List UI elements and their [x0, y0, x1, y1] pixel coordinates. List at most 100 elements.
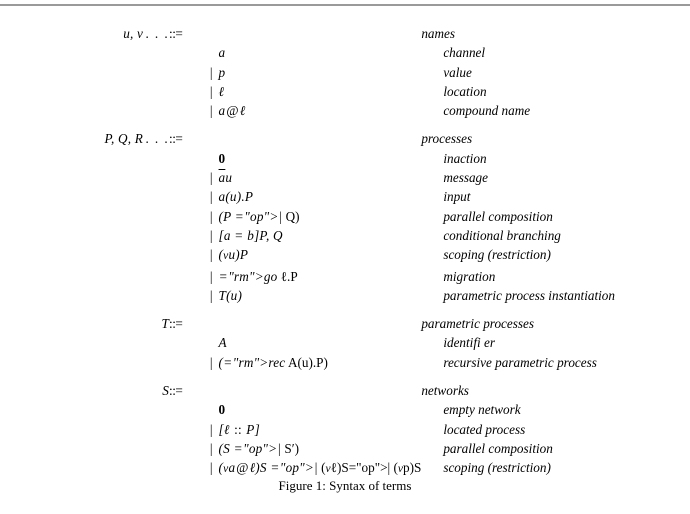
nonterminal-symbol	[75, 353, 169, 372]
define-symbol: ::=	[169, 26, 183, 41]
grammar-alt-row: | [ℓ :: P] located process	[75, 420, 615, 439]
define-spacer	[169, 333, 204, 352]
alternative-bar	[204, 333, 219, 352]
nonterminal-spacer	[75, 400, 169, 419]
nonterminal-symbol	[75, 245, 169, 266]
production-gloss: compound name	[443, 103, 531, 119]
nonterminal-spacer	[75, 333, 169, 352]
nonterminal-symbol	[75, 207, 169, 226]
nonterminal-symbol	[75, 82, 169, 101]
alternative-bar: |	[209, 227, 213, 243]
alternative-bar: |	[209, 354, 213, 370]
production-syntax: 0	[218, 402, 226, 418]
define-spacer	[169, 400, 204, 419]
figure-caption: Figure 1: Syntax of terms	[278, 478, 412, 493]
nonterminal-symbol	[75, 286, 169, 305]
production-syntax: a	[218, 45, 226, 61]
nonterminal-symbol	[75, 458, 169, 479]
nonterminal-symbol	[75, 420, 169, 439]
grammar-alt-row: | a(u).P input	[75, 187, 615, 206]
define-symbol	[169, 101, 204, 120]
alternative-bar	[204, 24, 219, 43]
production-gloss: names	[421, 26, 456, 41]
production-syntax	[219, 129, 422, 148]
nonterminal-symbol	[75, 63, 169, 82]
define-symbol	[169, 63, 204, 82]
grammar-alt-row: | (S ="op">| S′) parallel composition	[75, 439, 615, 458]
define-symbol: ::=	[169, 131, 183, 147]
grammar-alt-row: | a@ℓ compound name	[75, 101, 615, 120]
grammar-alt-row: Aidentifi er	[75, 333, 615, 352]
define-symbol	[169, 353, 204, 372]
define-symbol	[169, 245, 204, 266]
grammar-alt-row: | (νa@ℓ)S ="op">| (νℓ)S="op">| (νp)S scopi…	[75, 458, 615, 479]
grammar-group-spacer	[75, 372, 615, 381]
production-syntax: ℓ	[218, 83, 225, 99]
production-syntax: (="rm">rec A(u).P)	[218, 354, 328, 370]
alternative-bar: |	[209, 64, 213, 80]
grammar-alt-row: | [a = b]P, Q conditional branching	[75, 226, 615, 245]
production-gloss: identifi er	[443, 335, 495, 351]
define-symbol: ::=	[169, 316, 183, 332]
nonterminal-symbol: S	[162, 383, 170, 399]
production-syntax: (νu)P	[218, 247, 249, 263]
alternative-bar: |	[209, 421, 213, 437]
grammar-alt-row: | p value	[75, 63, 615, 82]
production-syntax: a(u).P	[218, 189, 254, 205]
grammar-alt-row: | (="rm">rec A(u).P) recursive parametric …	[75, 353, 615, 372]
production-syntax: (S ="op">| S′)	[218, 440, 299, 456]
grammar-head-row: T::= parametric processes	[75, 314, 615, 333]
nonterminal-symbol: P, Q, R . . .	[104, 131, 170, 147]
production-gloss: located process	[443, 421, 526, 437]
define-symbol	[169, 458, 204, 479]
define-symbol	[169, 207, 204, 226]
alternative-bar	[204, 43, 219, 62]
define-symbol	[169, 187, 204, 206]
alternative-bar	[204, 314, 219, 333]
grammar-alt-row: 0 inaction	[75, 149, 615, 168]
alternative-bar: |	[209, 268, 213, 284]
grammar-head-row: P, Q, R . . .::= processes	[75, 129, 615, 148]
alternative-bar: |	[209, 83, 213, 99]
alternative-bar: |	[209, 189, 213, 205]
production-syntax: [ℓ :: P]	[218, 421, 260, 437]
nonterminal-symbol	[75, 439, 169, 458]
production-gloss: inaction	[443, 150, 487, 166]
grammar-alt-row: | T(u) parametric process instantiation	[75, 286, 615, 305]
production-gloss: conditional branching	[443, 227, 561, 243]
grammar-figure: u, v . . .::= names a channel | p value | ℓ locat…	[0, 24, 690, 480]
production-syntax: p	[218, 64, 226, 80]
production-gloss: location	[443, 83, 487, 99]
alternative-bar: |	[209, 208, 213, 224]
define-symbol	[169, 286, 204, 305]
production-syntax	[219, 24, 422, 43]
alternative-bar	[204, 129, 219, 148]
nonterminal-symbol	[75, 226, 169, 245]
production-syntax: T(u)	[218, 287, 243, 303]
define-symbol	[169, 226, 204, 245]
define-symbol	[169, 168, 204, 187]
production-syntax	[219, 381, 422, 400]
define-symbol	[169, 267, 204, 286]
grammar-head-row: u, v . . .::= names	[75, 24, 615, 43]
production-gloss: input	[443, 189, 471, 205]
grammar-table: u, v . . .::= names a channel | p value | ℓ locat…	[75, 24, 616, 480]
production-syntax: ="rm">go ℓ.P	[219, 268, 298, 284]
define-spacer	[169, 149, 204, 168]
production-syntax: (νa@ℓ)S ="op">| (νℓ)S="op">| (νp)S	[218, 460, 422, 476]
alternative-bar: |	[209, 247, 213, 263]
nonterminal-symbol: u, v . . .	[123, 26, 170, 41]
production-syntax: (P ="op">| Q)	[218, 208, 300, 224]
production-syntax: A	[218, 335, 227, 351]
alternative-bar	[204, 400, 219, 419]
production-gloss: message	[443, 170, 488, 186]
production-gloss: parallel composition	[443, 208, 553, 224]
production-gloss: migration	[443, 268, 496, 284]
grammar-head-row: S::= networks	[75, 381, 615, 400]
production-syntax	[219, 314, 422, 333]
production-gloss: scoping (restriction)	[443, 460, 551, 476]
production-gloss: recursive parametric process	[443, 354, 597, 370]
production-gloss: empty network	[443, 402, 521, 418]
nonterminal-symbol	[75, 168, 169, 187]
grammar-alt-row: | au message	[75, 168, 615, 187]
